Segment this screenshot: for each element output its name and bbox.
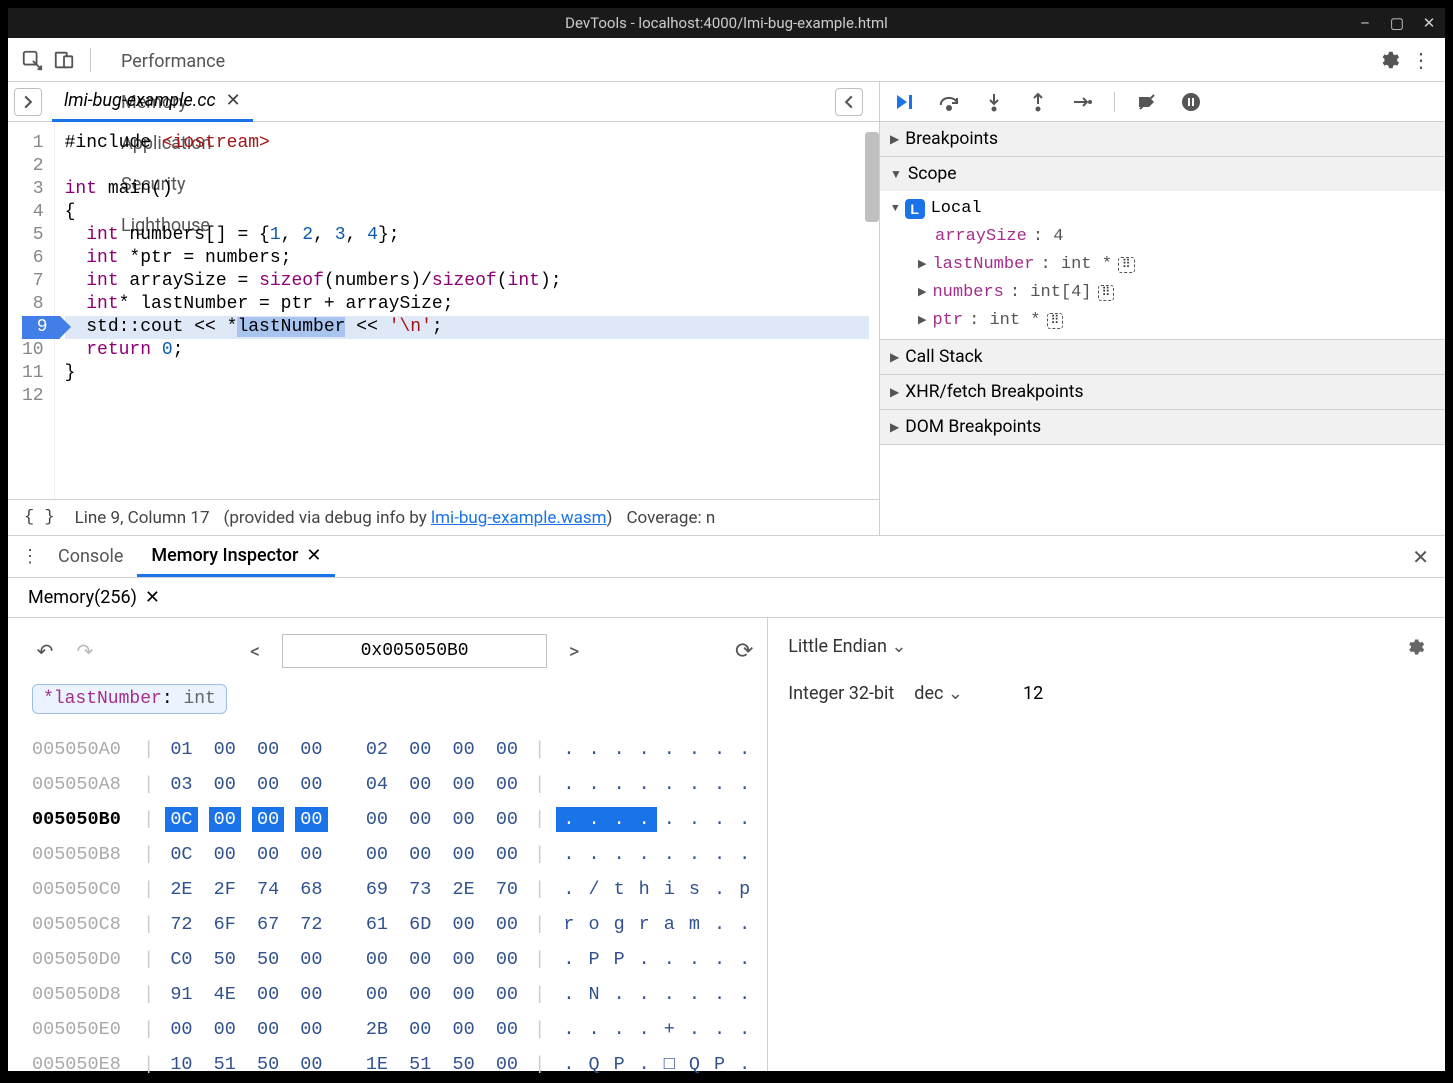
navigator-toggle-icon[interactable]	[14, 88, 42, 116]
scope-var-lastNumber[interactable]: ▶lastNumber: int * ⠿	[880, 251, 1445, 279]
inspect-element-icon[interactable]	[16, 44, 48, 76]
drawer-more-icon[interactable]: ⋮	[16, 546, 44, 567]
pretty-print-icon[interactable]: { }	[18, 506, 61, 529]
file-tab[interactable]: lmi-bug-example.cc ✕	[52, 82, 253, 122]
top-tab-bar: ElementsConsoleSourcesNetworkPerformance…	[8, 38, 1445, 82]
hex-row[interactable]: 005050B0 | 0C 00 00 00 00 00 00 00 | ...…	[32, 802, 757, 837]
scrollbar-thumb[interactable]	[865, 132, 879, 222]
drawer-tab-memory-inspector[interactable]: Memory Inspector ✕	[137, 537, 335, 577]
scope-var-ptr[interactable]: ▶ptr: int * ⠿	[880, 307, 1445, 335]
cursor-position: Line 9, Column 17	[75, 508, 210, 528]
step-over-button[interactable]	[938, 90, 962, 114]
hex-row[interactable]: 005050C8 | 72 6F 67 72 61 6D 00 00 | rog…	[32, 907, 757, 942]
close-memory-tab-icon[interactable]: ✕	[145, 587, 160, 608]
step-out-button[interactable]	[1026, 90, 1050, 114]
address-input[interactable]	[282, 634, 547, 668]
hex-row[interactable]: 005050C0 | 2E 2F 74 68 69 73 2E 70 | ./t…	[32, 872, 757, 907]
integer-value: 12	[1023, 683, 1043, 704]
reveal-in-memory-icon[interactable]: ⠿	[1098, 285, 1115, 301]
maximize-button[interactable]: ▢	[1389, 14, 1405, 32]
tab-performance[interactable]: Performance	[101, 41, 245, 82]
refresh-button[interactable]: ⟳	[731, 639, 757, 664]
scope-var-arraySize[interactable]: arraySize: 4	[880, 223, 1445, 251]
undo-button[interactable]: ↶	[32, 639, 58, 663]
hex-row[interactable]: 005050B8 | 0C 00 00 00 00 00 00 00 | ...…	[32, 837, 757, 872]
drawer-tab-console[interactable]: Console	[44, 537, 137, 577]
highlight-pill[interactable]: *lastNumber: int	[32, 684, 227, 714]
drawer-tab-bar: ⋮ ConsoleMemory Inspector ✕ ✕	[8, 536, 1445, 578]
integer-type-label: Integer 32-bit	[788, 683, 894, 704]
debugger-toolbar	[880, 82, 1445, 122]
window-title: DevTools - localhost:4000/lmi-bug-exampl…	[565, 14, 888, 32]
dom-breakpoints-header[interactable]: ▶DOM Breakpoints	[880, 410, 1445, 444]
code-editor[interactable]: 123456789101112 #include <iostream> int …	[8, 122, 879, 499]
prev-page-button[interactable]: <	[242, 639, 268, 663]
value-inspector: Little Endian ⌄ Integer 32-bit dec ⌄ 12	[768, 618, 1445, 1071]
scope-local[interactable]: ▼L Local	[880, 195, 1445, 223]
hex-row[interactable]: 005050E0 | 00 00 00 00 2B 00 00 00 | ...…	[32, 1012, 757, 1047]
settings-gear-icon[interactable]	[1373, 44, 1405, 76]
scope-header[interactable]: ▼Scope	[880, 157, 1445, 191]
reveal-in-memory-icon[interactable]: ⠿	[1047, 313, 1064, 329]
title-bar: DevTools - localhost:4000/lmi-bug-exampl…	[8, 8, 1445, 38]
close-drawer-icon[interactable]: ✕	[1404, 545, 1437, 569]
pause-on-exceptions-button[interactable]	[1179, 90, 1203, 114]
endianness-select[interactable]: Little Endian ⌄	[788, 636, 906, 657]
debug-info-link[interactable]: lmi-bug-example.wasm	[431, 508, 607, 528]
close-file-tab-icon[interactable]: ✕	[226, 90, 241, 111]
device-toolbar-icon[interactable]	[48, 44, 80, 76]
close-tab-icon[interactable]: ✕	[306, 545, 321, 566]
close-window-button[interactable]: ✕	[1421, 14, 1437, 32]
step-into-button[interactable]	[982, 90, 1006, 114]
coverage-label: Coverage: n	[626, 508, 715, 528]
hex-viewer: ↶ ↷ < > ⟳ *lastNumber: int 005050A0 | 01…	[8, 618, 768, 1071]
more-menu-icon[interactable]: ⋮	[1405, 44, 1437, 76]
hex-row[interactable]: 005050E8 | 10 51 50 00 1E 51 50 00 | .QP…	[32, 1047, 757, 1082]
next-page-button[interactable]: >	[561, 639, 587, 663]
file-tab-name: lmi-bug-example.cc	[64, 90, 216, 111]
snippets-toggle-icon[interactable]	[835, 88, 863, 116]
debug-info-text: (provided via debug info by lmi-bug-exam…	[224, 508, 613, 528]
file-tab-bar: lmi-bug-example.cc ✕	[8, 82, 879, 122]
breakpoints-header[interactable]: ▶Breakpoints	[880, 122, 1445, 156]
hex-row[interactable]: 005050A8 | 03 00 00 00 04 00 00 00 | ...…	[32, 767, 757, 802]
step-button[interactable]	[1070, 90, 1094, 114]
reveal-in-memory-icon[interactable]: ⠿	[1118, 257, 1135, 273]
redo-button: ↷	[72, 639, 98, 663]
hex-row[interactable]: 005050A0 | 01 00 00 00 02 00 00 00 | ...…	[32, 732, 757, 767]
minimize-button[interactable]: –	[1357, 14, 1373, 32]
resume-button[interactable]	[894, 90, 918, 114]
hex-row[interactable]: 005050D0 | C0 50 50 00 00 00 00 00 | .PP…	[32, 942, 757, 977]
call-stack-header[interactable]: ▶Call Stack	[880, 340, 1445, 374]
xhr-breakpoints-header[interactable]: ▶XHR/fetch Breakpoints	[880, 375, 1445, 409]
editor-status-bar: { } Line 9, Column 17 (provided via debu…	[8, 499, 879, 535]
inspector-settings-icon[interactable]	[1405, 637, 1425, 657]
format-select[interactable]: dec ⌄	[914, 683, 963, 704]
memory-tab[interactable]: Memory(256) ✕	[20, 581, 168, 614]
deactivate-breakpoints-button[interactable]	[1135, 90, 1159, 114]
scope-var-numbers[interactable]: ▶numbers: int[4] ⠿	[880, 279, 1445, 307]
hex-row[interactable]: 005050D8 | 91 4E 00 00 00 00 00 00 | .N.…	[32, 977, 757, 1012]
